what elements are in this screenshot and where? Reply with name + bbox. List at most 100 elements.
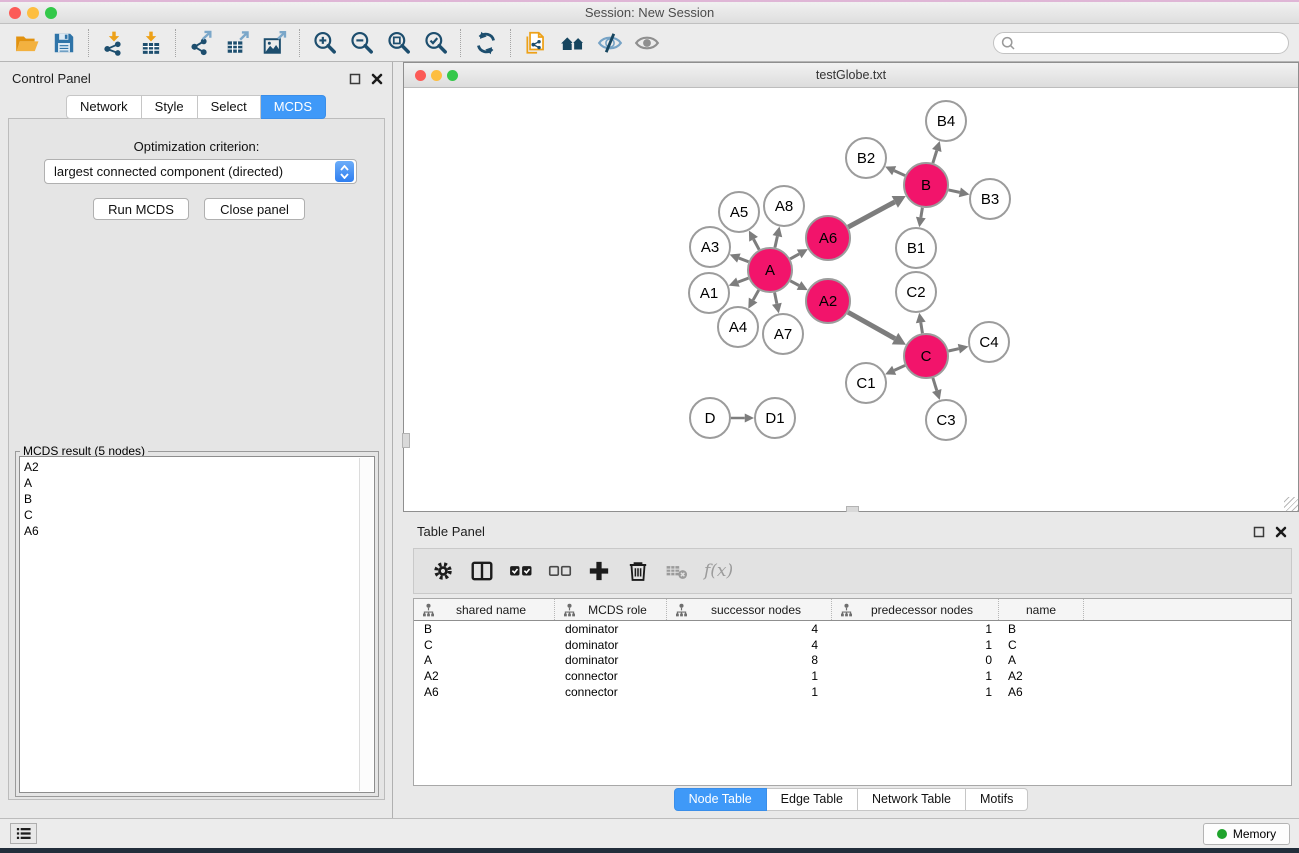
splitter-grip-left[interactable] (402, 433, 410, 448)
result-list-item[interactable]: A (24, 475, 374, 491)
table-cell[interactable]: B (414, 622, 555, 636)
toolbar-button-open-file[interactable] (8, 27, 45, 59)
table-cell[interactable]: 1 (832, 638, 999, 652)
table-cell[interactable]: A2 (414, 669, 555, 683)
graph-edge-B-B4[interactable] (933, 150, 937, 163)
mcds-result-list[interactable]: A2ABCA6 (19, 456, 375, 793)
toolbar-button-save-session[interactable] (45, 27, 82, 59)
result-list-item[interactable]: C (24, 507, 374, 523)
float-table-panel-icon[interactable] (1252, 525, 1265, 538)
toolbar-button-import-network[interactable] (95, 27, 132, 59)
graph-edge-C-C1[interactable] (894, 365, 905, 370)
window-resize-grip[interactable] (1284, 497, 1298, 511)
toolbar-button-document-network[interactable] (517, 27, 554, 59)
table-cell[interactable]: 1 (667, 669, 832, 683)
table-row[interactable]: Cdominator41C (414, 637, 1291, 653)
table-row[interactable]: Adominator80A (414, 652, 1291, 668)
graph-edge-B-B2[interactable] (894, 171, 905, 176)
column-header-MCDS-role[interactable]: MCDS role (555, 599, 667, 620)
table-cell[interactable]: A6 (414, 685, 555, 699)
table-cell[interactable]: A (414, 653, 555, 667)
function-builder-button[interactable]: f(x) (700, 561, 733, 581)
graph-edge-A-A5[interactable] (754, 239, 760, 249)
table-toolbar-button-split-panel[interactable] (466, 555, 497, 587)
table-cell[interactable]: A (999, 653, 1084, 667)
result-list-scrollbar[interactable] (359, 458, 373, 791)
table-cell[interactable]: A2 (999, 669, 1084, 683)
graph-edge-A2-C[interactable] (848, 312, 895, 338)
graph-edge-A-A7[interactable] (775, 293, 777, 304)
toolbar-button-eye[interactable] (628, 27, 665, 59)
search-box[interactable] (993, 32, 1289, 54)
close-panel-icon[interactable] (370, 72, 383, 85)
table-cell[interactable]: B (999, 622, 1084, 636)
toolbar-button-import-table[interactable] (132, 27, 169, 59)
graph-edge-A-A6[interactable] (790, 254, 799, 259)
table-row[interactable]: Bdominator41B (414, 621, 1291, 637)
table-cell[interactable]: 4 (667, 638, 832, 652)
tab-network[interactable]: Network (66, 95, 142, 119)
search-input[interactable] (1016, 36, 1282, 50)
table-row[interactable]: A6connector11A6 (414, 684, 1291, 700)
toolbar-button-zoom-out[interactable] (343, 27, 380, 59)
run-mcds-button[interactable]: Run MCDS (93, 198, 189, 220)
graph-edge-A-A2[interactable] (790, 281, 799, 286)
network-canvas[interactable]: B4B2BB3A8A5A6A3B1AA1C2A2A4A7C4CC1C3DD1 (404, 89, 1298, 511)
table-cell[interactable]: 1 (832, 669, 999, 683)
column-header-name[interactable]: name (999, 599, 1084, 620)
criterion-select[interactable]: largest connected component (directed) (44, 159, 357, 184)
graph-edge-C-C4[interactable] (948, 349, 958, 351)
toolbar-button-zoom-in[interactable] (306, 27, 343, 59)
tab-select[interactable]: Select (198, 95, 261, 119)
close-panel-button[interactable]: Close panel (204, 198, 305, 220)
table-cell[interactable]: 8 (667, 653, 832, 667)
toolbar-button-houses[interactable] (554, 27, 591, 59)
table-cell[interactable]: dominator (555, 622, 667, 636)
tab-style[interactable]: Style (142, 95, 198, 119)
graph-edge-B-B1[interactable] (921, 208, 923, 218)
table-toolbar-button-delete-row[interactable] (622, 555, 653, 587)
column-header-shared-name[interactable]: shared name (414, 599, 555, 620)
graph-edge-A-A3[interactable] (739, 258, 749, 262)
toolbar-button-export-network[interactable] (182, 27, 219, 59)
toolbar-button-eye-slash[interactable] (591, 27, 628, 59)
table-toolbar-button-deselect-all[interactable] (544, 555, 575, 587)
result-list-item[interactable]: B (24, 491, 374, 507)
tab-mcds[interactable]: MCDS (261, 95, 326, 119)
graph-edge-C-C3[interactable] (933, 378, 937, 391)
graph-edge-A-A1[interactable] (738, 278, 749, 282)
column-header-successor-nodes[interactable]: successor nodes (667, 599, 832, 620)
table-cell[interactable]: 0 (832, 653, 999, 667)
tab-network-table[interactable]: Network Table (858, 788, 966, 811)
table-cell[interactable]: dominator (555, 653, 667, 667)
graph-edge-A-A8[interactable] (775, 236, 777, 247)
table-cell[interactable]: dominator (555, 638, 667, 652)
table-cell[interactable]: connector (555, 685, 667, 699)
table-cell[interactable]: C (414, 638, 555, 652)
toolbar-button-zoom-selected[interactable] (417, 27, 454, 59)
task-history-button[interactable] (10, 823, 37, 844)
graph-edge-C-C2[interactable] (921, 323, 923, 334)
table-cell[interactable]: 4 (667, 622, 832, 636)
table-cell[interactable]: connector (555, 669, 667, 683)
tab-edge-table[interactable]: Edge Table (767, 788, 858, 811)
memory-button[interactable]: Memory (1203, 823, 1290, 845)
toolbar-button-refresh-layout[interactable] (467, 27, 504, 59)
table-cell[interactable]: 1 (832, 622, 999, 636)
table-cell[interactable]: 1 (832, 685, 999, 699)
close-table-panel-icon[interactable] (1274, 525, 1287, 538)
result-list-item[interactable]: A2 (24, 459, 374, 475)
result-list-item[interactable]: A6 (24, 523, 374, 539)
column-header-predecessor-nodes[interactable]: predecessor nodes (832, 599, 999, 620)
float-panel-icon[interactable] (348, 72, 361, 85)
toolbar-button-zoom-fit[interactable] (380, 27, 417, 59)
table-cell[interactable]: C (999, 638, 1084, 652)
graph-edge-A-A4[interactable] (753, 290, 759, 300)
table-cell[interactable]: 1 (667, 685, 832, 699)
table-cell[interactable]: A6 (999, 685, 1084, 699)
graph-edge-B-B3[interactable] (948, 190, 959, 192)
table-toolbar-button-select-all[interactable] (505, 555, 536, 587)
tab-motifs[interactable]: Motifs (966, 788, 1028, 811)
toolbar-button-export-image[interactable] (256, 27, 293, 59)
node-table[interactable]: shared nameMCDS rolesuccessor nodesprede… (413, 598, 1292, 786)
